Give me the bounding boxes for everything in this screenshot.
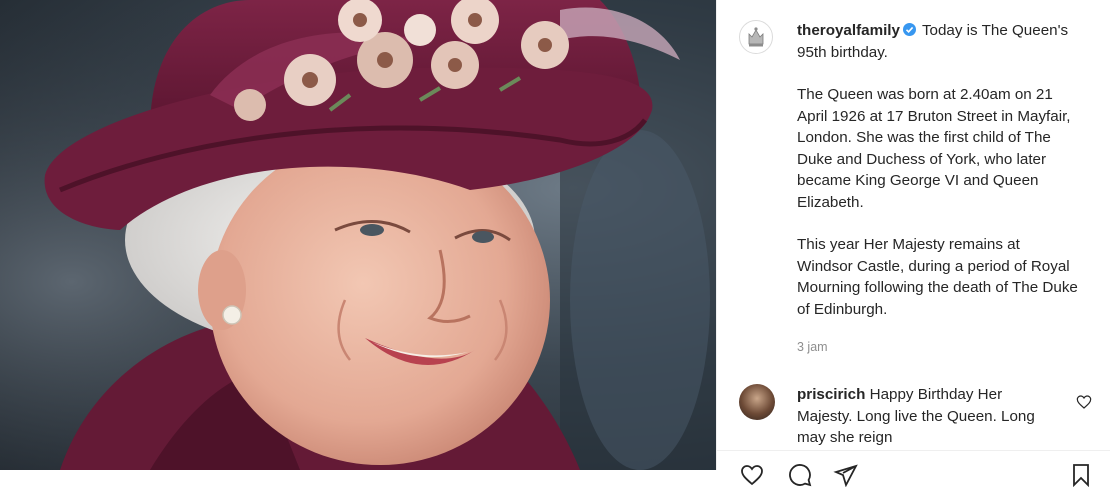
share-icon[interactable]	[833, 463, 859, 487]
account-avatar[interactable]	[739, 20, 773, 54]
heart-icon[interactable]	[739, 463, 765, 487]
instagram-post: theroyalfamily Today is The Queen's 95th…	[0, 0, 1110, 487]
verified-badge-icon	[902, 23, 916, 36]
comment-icon[interactable]	[787, 463, 813, 487]
post-photo[interactable]	[0, 0, 716, 470]
commenter-avatar[interactable]	[739, 384, 775, 420]
commenter-username[interactable]: priscirich	[797, 386, 865, 403]
caption-row: theroyalfamily Today is The Queen's 95th…	[739, 20, 1099, 320]
bookmark-icon[interactable]	[1069, 463, 1093, 487]
comment-item: priscirich Happy Birthday Her Majesty. L…	[739, 384, 1099, 446]
comment-text-block: priscirich Happy Birthday Her Majesty. L…	[797, 384, 1055, 446]
caption-paragraph-1: The Queen was born at 2.40am on 21 April…	[797, 86, 1071, 211]
queen-portrait-illustration	[0, 0, 716, 470]
post-actions-bar	[717, 450, 1110, 487]
comment-heart-icon[interactable]	[1076, 394, 1092, 410]
royal-crest-icon	[748, 27, 764, 47]
account-username[interactable]: theroyalfamily	[797, 22, 900, 39]
post-details-panel: theroyalfamily Today is The Queen's 95th…	[716, 0, 1110, 487]
post-caption: theroyalfamily Today is The Queen's 95th…	[797, 20, 1079, 320]
post-timestamp[interactable]: 3 jam	[797, 340, 828, 354]
caption-paragraph-2: This year Her Majesty remains at Windsor…	[797, 236, 1078, 318]
